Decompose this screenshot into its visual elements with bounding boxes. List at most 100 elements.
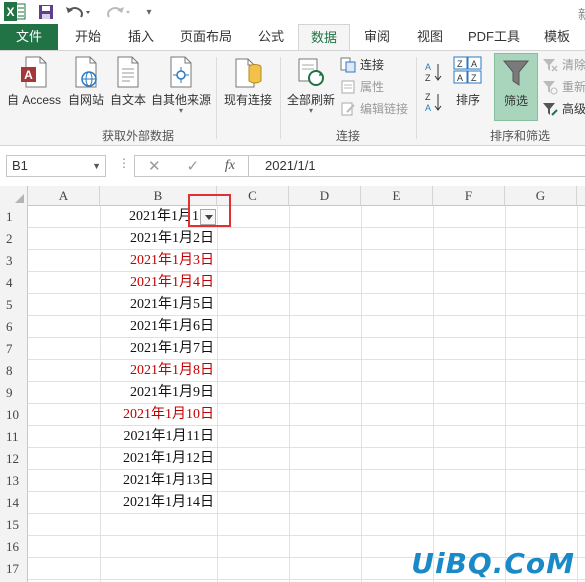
table-row: 15 <box>0 514 585 536</box>
cell-b[interactable]: 2021年1月6日 <box>100 316 217 338</box>
qa-more-label: ▾ <box>146 6 152 18</box>
row-header[interactable]: 14 <box>0 492 28 514</box>
refresh-icon <box>298 58 324 86</box>
chevron-down-icon[interactable]: ▼ <box>92 156 101 176</box>
svg-text:Z: Z <box>471 73 477 83</box>
column-header-b[interactable]: B <box>100 186 217 206</box>
row-header[interactable]: 13 <box>0 470 28 492</box>
row-header[interactable]: 8 <box>0 360 28 382</box>
tab-file[interactable]: 文件 <box>0 24 58 50</box>
row-header[interactable]: 1 <box>0 206 28 228</box>
sort-ascending-button[interactable]: AZ <box>424 59 446 83</box>
customize-quick-access-button[interactable]: ▾ <box>142 2 156 22</box>
tab-view[interactable]: 视图 <box>406 24 454 50</box>
worksheet-grid[interactable]: A B C D E F G 1 2021年1月1 2 2021年1月2日 3 2021年1… <box>0 186 585 582</box>
title-bar: X ▾ 新 <box>0 0 585 24</box>
redo-icon <box>107 7 130 18</box>
column-header-e[interactable]: E <box>361 186 433 206</box>
tab-insert[interactable]: 插入 <box>116 24 166 50</box>
tab-review[interactable]: 审阅 <box>352 24 402 50</box>
column-header-a[interactable]: A <box>28 186 100 206</box>
cell-b[interactable]: 2021年1月13日 <box>100 470 217 492</box>
filter-funnel-icon <box>502 60 530 86</box>
from-access-button[interactable]: A 自 Access <box>4 51 64 121</box>
from-text-button[interactable]: 自文本 <box>108 51 148 121</box>
cell-b[interactable] <box>100 514 217 536</box>
edit-links-button[interactable]: 编辑链接 <box>340 99 408 119</box>
formula-bar-splitter[interactable]: ⋮ <box>118 156 130 170</box>
connections-button[interactable]: 连接 <box>340 55 384 75</box>
cell-b[interactable]: 2021年1月3日 <box>100 250 217 272</box>
row-header[interactable]: 2 <box>0 228 28 250</box>
filter-label: 筛选 <box>503 94 528 108</box>
from-web-label: 自网站 <box>67 93 104 107</box>
save-button[interactable] <box>36 2 56 22</box>
properties-button[interactable]: 属性 <box>340 77 384 97</box>
table-row: 12 2021年1月12日 <box>0 448 585 470</box>
enter-icon[interactable]: ✓ <box>186 157 199 175</box>
refresh-all-button[interactable]: 全部刷新 ▾ <box>284 51 338 121</box>
row-header[interactable]: 12 <box>0 448 28 470</box>
row-header[interactable]: 5 <box>0 294 28 316</box>
row-header[interactable]: 10 <box>0 404 28 426</box>
svg-text:Z: Z <box>457 59 463 69</box>
cell-b[interactable]: 2021年1月10日 <box>100 404 217 426</box>
tab-pdf-tools[interactable]: PDF工具 <box>462 24 526 50</box>
row-header[interactable]: 3 <box>0 250 28 272</box>
column-header-g[interactable]: G <box>505 186 577 206</box>
filter-button[interactable]: 筛选 <box>494 53 538 121</box>
tab-page-layout[interactable]: 页面布局 <box>170 24 242 50</box>
row-header[interactable]: 15 <box>0 514 28 536</box>
svg-text:Z: Z <box>425 92 431 102</box>
row-header[interactable]: 16 <box>0 536 28 558</box>
cell-b[interactable]: 2021年1月4日 <box>100 272 217 294</box>
insert-function-button[interactable]: fx <box>225 158 235 174</box>
name-box[interactable]: B1 ▼ <box>6 155 106 177</box>
row-header[interactable]: 9 <box>0 382 28 404</box>
sort-label: 排序 <box>455 93 480 107</box>
tab-templates[interactable]: 模板 <box>532 24 582 50</box>
cell-b[interactable]: 2021年1月2日 <box>100 228 217 250</box>
autofilter-dropdown-button[interactable] <box>200 209 216 225</box>
sort-descending-button[interactable]: ZA <box>424 89 446 113</box>
select-all-triangle-icon <box>15 194 24 203</box>
cell-b[interactable]: 2021年1月5日 <box>100 294 217 316</box>
from-web-button[interactable]: 自网站 <box>64 51 108 121</box>
clear-filter-button[interactable]: 清除 <box>542 55 585 75</box>
redo-button[interactable] <box>104 2 134 22</box>
formula-input[interactable]: 2021/1/1 <box>248 155 585 177</box>
existing-connections-label: 现有连接 <box>223 93 272 107</box>
tab-formulas[interactable]: 公式 <box>246 24 296 50</box>
tab-data[interactable]: 数据 <box>298 24 350 50</box>
watermark-logo: UiBQ.CoM <box>411 547 575 580</box>
undo-button[interactable] <box>64 2 94 22</box>
properties-label: 属性 <box>360 80 385 94</box>
table-row: 2 2021年1月2日 <box>0 228 585 250</box>
from-access-label: 自 Access <box>6 93 61 107</box>
advanced-filter-button[interactable]: 高级 <box>542 99 585 119</box>
column-header-c[interactable]: C <box>217 186 289 206</box>
select-all-button[interactable] <box>0 186 28 206</box>
existing-connections-button[interactable]: 现有连接 <box>220 51 276 121</box>
cell-b[interactable] <box>100 558 217 580</box>
cell-b[interactable] <box>100 536 217 558</box>
row-header[interactable]: 6 <box>0 316 28 338</box>
reapply-button[interactable]: 重新 <box>542 77 585 97</box>
cell-b[interactable]: 2021年1月7日 <box>100 338 217 360</box>
cell-b[interactable]: 2021年1月11日 <box>100 426 217 448</box>
cell-b[interactable]: 2021年1月9日 <box>100 382 217 404</box>
row-header[interactable]: 11 <box>0 426 28 448</box>
column-header-d[interactable]: D <box>289 186 361 206</box>
row-header[interactable]: 7 <box>0 338 28 360</box>
row-header[interactable]: 17 <box>0 558 28 580</box>
column-header-f[interactable]: F <box>433 186 505 206</box>
from-other-sources-button[interactable]: 自其他来源 ▾ <box>150 51 212 121</box>
ribbon: A 自 Access 自网站 自文本 自其他来源 ▾ 现有连接 获取外部数据 全… <box>0 50 585 146</box>
cell-b[interactable]: 2021年1月12日 <box>100 448 217 470</box>
tab-home[interactable]: 开始 <box>60 24 116 50</box>
cancel-icon[interactable]: ✕ <box>148 157 161 175</box>
cell-b[interactable]: 2021年1月14日 <box>100 492 217 514</box>
cell-b[interactable]: 2021年1月8日 <box>100 360 217 382</box>
sort-button[interactable]: ZAAZ 排序 <box>448 51 488 121</box>
row-header[interactable]: 4 <box>0 272 28 294</box>
